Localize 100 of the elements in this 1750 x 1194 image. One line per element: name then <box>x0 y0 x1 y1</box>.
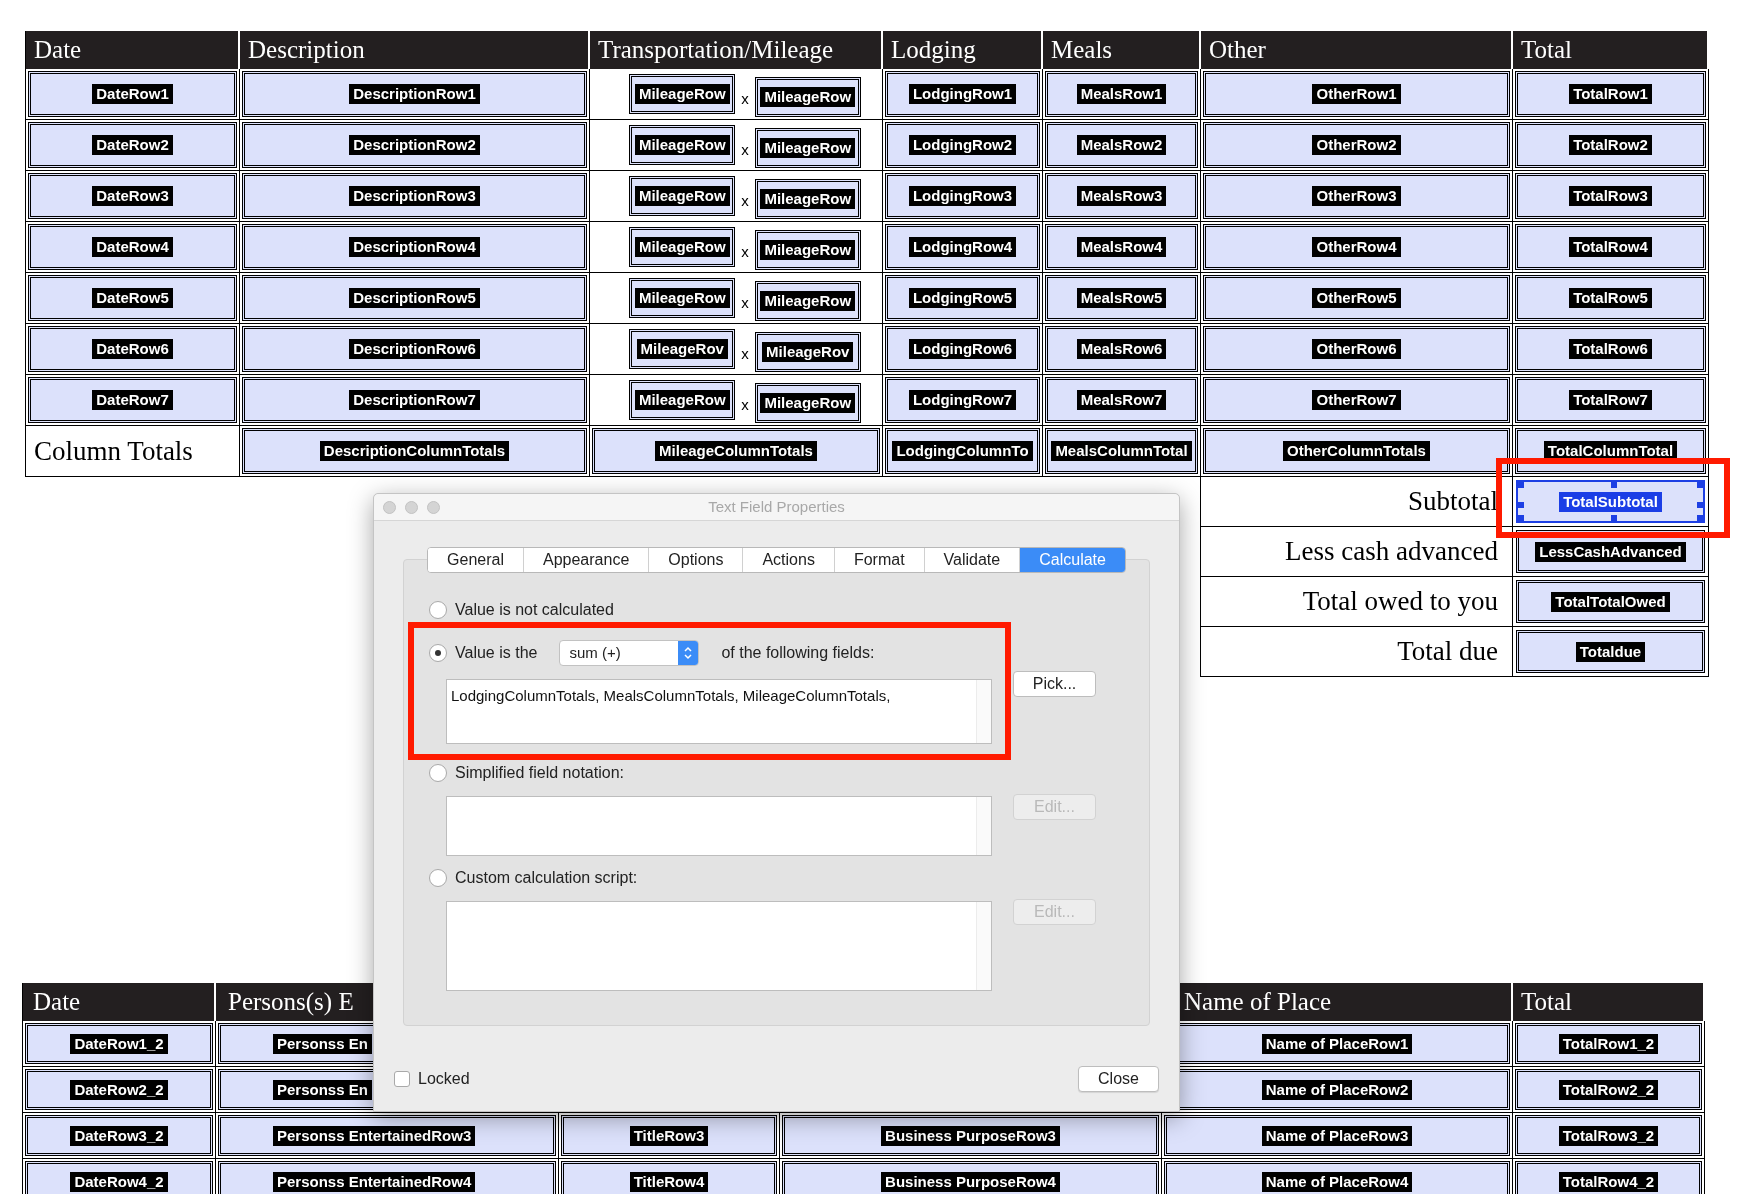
form-field[interactable]: MileageRow <box>629 380 736 420</box>
form-field[interactable]: LodgingColumnTo <box>885 428 1040 474</box>
form-field[interactable]: Name of PlaceRow3 <box>1164 1115 1510 1156</box>
form-field[interactable]: DateRow2 <box>28 122 237 168</box>
multiply-sign: x <box>741 190 749 211</box>
column-header: Description <box>248 35 365 66</box>
form-field[interactable]: MileageRow <box>629 74 736 114</box>
form-field[interactable]: TitleRow3 <box>561 1115 777 1156</box>
form-field[interactable]: DateRow3_2 <box>25 1115 213 1156</box>
form-field[interactable]: MealsRow1 <box>1045 71 1198 117</box>
form-field[interactable]: Name of PlaceRow4 <box>1164 1161 1510 1194</box>
close-button[interactable] <box>383 500 396 514</box>
form-field[interactable]: DescriptionRow7 <box>242 377 587 423</box>
form-field[interactable]: MileageColumnTotals <box>592 428 880 474</box>
form-field[interactable]: MileageRow <box>754 179 861 219</box>
locked-checkbox[interactable] <box>394 1071 410 1087</box>
form-field[interactable]: TotalRow4_2 <box>1515 1161 1702 1194</box>
radio-button[interactable] <box>429 644 447 662</box>
multiply-sign: x <box>741 292 749 313</box>
close-button[interactable]: Close <box>1078 1066 1159 1092</box>
form-field[interactable]: LodgingRow4 <box>885 224 1040 270</box>
form-field[interactable]: MileageRow <box>629 125 736 165</box>
form-field[interactable]: DateRow7 <box>28 377 237 423</box>
form-field[interactable]: OtherRow1 <box>1203 71 1510 117</box>
form-field[interactable]: MileageRow <box>629 227 736 267</box>
form-field[interactable]: DateRow1_2 <box>25 1023 213 1064</box>
form-field[interactable]: TotalRow2 <box>1515 122 1706 168</box>
form-field[interactable]: Business PurposeRow4 <box>782 1161 1159 1194</box>
form-field[interactable]: MileageRow <box>629 278 736 318</box>
form-field[interactable]: OtherRow6 <box>1203 326 1510 372</box>
form-field[interactable]: DateRow2_2 <box>25 1069 213 1110</box>
text-area[interactable] <box>446 796 992 856</box>
form-field[interactable]: MileageRow <box>754 281 861 321</box>
radio-button[interactable] <box>429 869 447 887</box>
form-field[interactable]: TotalRow5 <box>1515 275 1706 321</box>
form-field[interactable]: TotalRow2_2 <box>1515 1069 1702 1110</box>
form-field[interactable]: LodgingRow7 <box>885 377 1040 423</box>
form-field[interactable]: DateRow4_2 <box>25 1161 213 1194</box>
minimize-button[interactable] <box>405 500 418 514</box>
form-field[interactable]: TotalRow1 <box>1515 71 1706 117</box>
form-field[interactable]: DescriptionRow6 <box>242 326 587 372</box>
form-field[interactable]: MealsRow3 <box>1045 173 1198 219</box>
form-field[interactable]: TotalRow7 <box>1515 377 1706 423</box>
form-field[interactable]: TitleRow4 <box>561 1161 777 1194</box>
form-field[interactable]: TotalRow1_2 <box>1515 1023 1702 1064</box>
text-area[interactable]: LodgingColumnTotals, MealsColumnTotals, MileageColumnTotals, <box>446 679 992 744</box>
form-field[interactable]: MealsRow4 <box>1045 224 1198 270</box>
form-field[interactable]: TotalSubtotal <box>1516 480 1705 523</box>
form-field[interactable]: OtherColumnTotals <box>1203 428 1510 474</box>
radio-button[interactable] <box>429 601 447 619</box>
form-field[interactable]: TotalRow3 <box>1515 173 1706 219</box>
form-field[interactable]: TotalRow4 <box>1515 224 1706 270</box>
form-field[interactable]: DateRow1 <box>28 71 237 117</box>
form-field[interactable]: Totaldue <box>1516 630 1705 673</box>
radio-button[interactable] <box>429 764 447 782</box>
row-label: Subtotal <box>1408 485 1498 519</box>
column-header: Date <box>33 987 81 1018</box>
form-field[interactable]: DateRow6 <box>28 326 237 372</box>
form-field[interactable]: MealsRow2 <box>1045 122 1198 168</box>
form-field[interactable]: DescriptionRow2 <box>242 122 587 168</box>
form-field[interactable]: TotalRow3_2 <box>1515 1115 1702 1156</box>
form-field[interactable]: DescriptionRow4 <box>242 224 587 270</box>
form-field[interactable]: DescriptionRow3 <box>242 173 587 219</box>
form-field[interactable]: MileageRow <box>754 383 861 423</box>
form-field[interactable]: DescriptionRow5 <box>242 275 587 321</box>
form-field[interactable]: LodgingRow2 <box>885 122 1040 168</box>
form-field[interactable]: OtherRow4 <box>1203 224 1510 270</box>
form-field[interactable]: OtherRow2 <box>1203 122 1510 168</box>
form-field[interactable]: TotalTotalOwed <box>1516 580 1705 623</box>
form-field[interactable]: OtherRow3 <box>1203 173 1510 219</box>
zoom-button[interactable] <box>427 500 440 514</box>
form-field[interactable]: DescriptionColumnTotals <box>242 428 587 474</box>
form-field[interactable]: MileageRow <box>754 230 861 270</box>
form-field[interactable]: MileageRow <box>629 176 736 216</box>
form-field[interactable]: DateRow5 <box>28 275 237 321</box>
text-area[interactable] <box>446 901 992 991</box>
form-field[interactable]: Personss EntertainedRow4 <box>218 1161 556 1194</box>
form-field[interactable]: Personss EntertainedRow3 <box>218 1115 556 1156</box>
form-field[interactable]: DescriptionRow1 <box>242 71 587 117</box>
form-field[interactable]: LodgingRow5 <box>885 275 1040 321</box>
form-field[interactable]: MileageRow <box>754 128 861 168</box>
form-field[interactable]: LodgingRow6 <box>885 326 1040 372</box>
form-field[interactable]: TotalRow6 <box>1515 326 1706 372</box>
form-field[interactable]: MealsRow6 <box>1045 326 1198 372</box>
form-field[interactable]: DateRow3 <box>28 173 237 219</box>
form-field[interactable]: LodgingRow3 <box>885 173 1040 219</box>
form-field[interactable]: MileageRov <box>754 332 861 372</box>
pick-button[interactable]: Pick... <box>1013 671 1096 697</box>
form-field[interactable]: OtherRow7 <box>1203 377 1510 423</box>
form-field[interactable]: Business PurposeRow3 <box>782 1115 1159 1156</box>
form-field[interactable]: LodgingRow1 <box>885 71 1040 117</box>
form-field[interactable]: MileageRow <box>754 77 861 117</box>
form-field[interactable]: MealsRow5 <box>1045 275 1198 321</box>
form-field[interactable]: MealsColumnTotal <box>1045 428 1198 474</box>
function-dropdown[interactable]: sum (+) <box>559 640 700 666</box>
form-field[interactable]: MileageRov <box>629 329 736 369</box>
form-field[interactable]: OtherRow5 <box>1203 275 1510 321</box>
form-field[interactable]: DateRow4 <box>28 224 237 270</box>
tab[interactable]: General <box>428 548 524 572</box>
form-field[interactable]: MealsRow7 <box>1045 377 1198 423</box>
